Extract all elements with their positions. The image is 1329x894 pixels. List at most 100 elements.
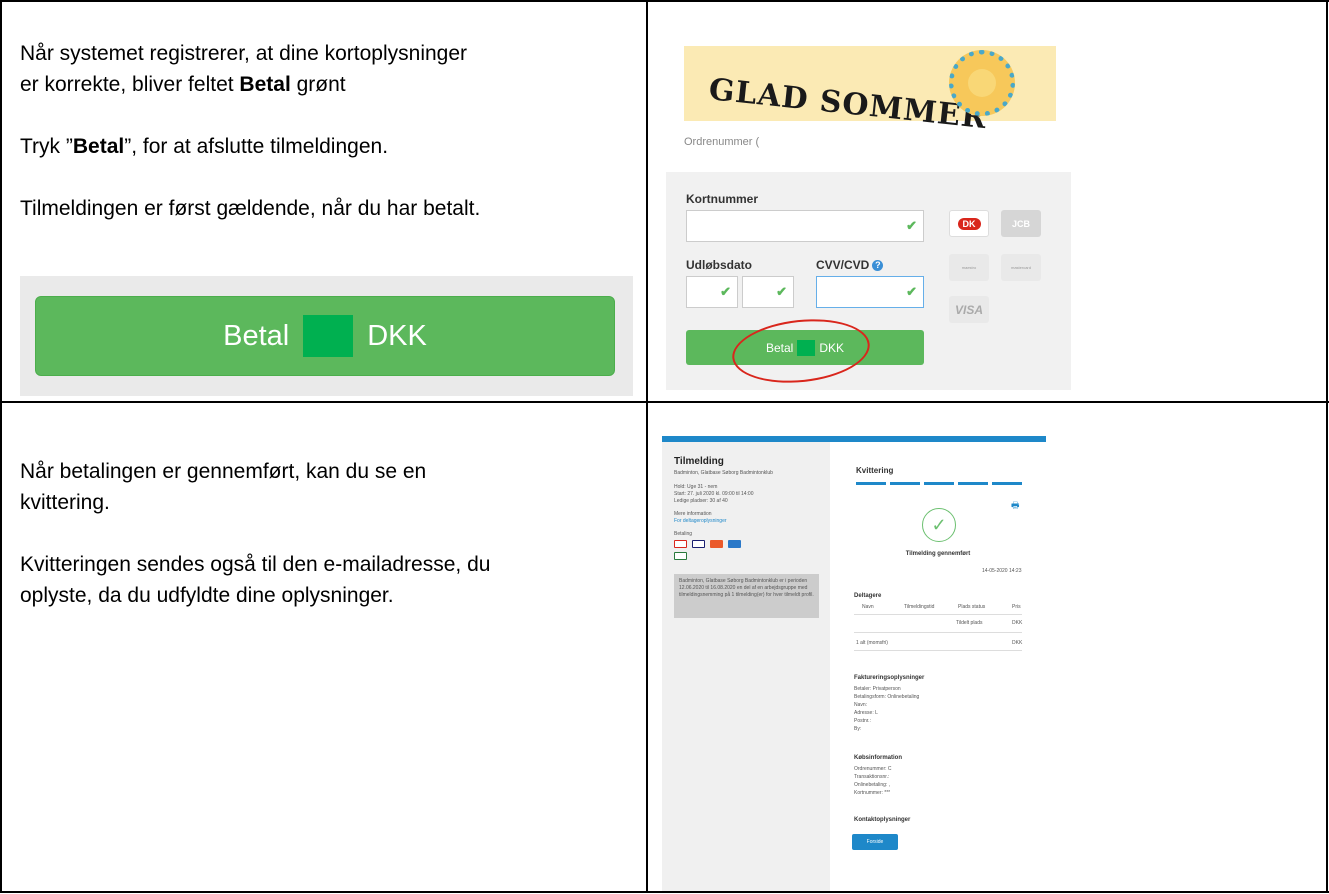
text-line: Når betalingen er gennemført, kan du se … <box>20 460 427 483</box>
card-number-label: Kortnummer <box>686 192 759 206</box>
purchase-line: Transaktionsnr.: <box>854 774 890 780</box>
card-brand-label: maestro <box>961 265 977 270</box>
more-info-link[interactable]: For deltageroplysninger <box>674 518 727 525</box>
row-divider <box>854 650 1022 651</box>
jcb-icon: JCB <box>1001 210 1041 237</box>
check-icon: ✔ <box>720 284 731 299</box>
card-brand-label: mastercard <box>1010 265 1031 270</box>
receipt-date: 14-05-2020 14:23 <box>982 568 1022 574</box>
row-divider <box>854 614 1022 615</box>
glad-sommer-banner: GLAD SOMMER <box>684 46 1056 136</box>
total-label: 1 alt (momsfri) <box>856 640 888 646</box>
event-org: Badminton, Glatbase Søborg Badmintonklub <box>674 470 773 476</box>
event-note-box: Badminton, Glatbase Søborg Badmintonklub… <box>674 574 819 618</box>
paragraph-receipt-email: Kvitteringen sendes også til den e-maila… <box>20 549 640 611</box>
front-page-button[interactable]: Forside <box>852 834 898 850</box>
paragraph-card-accepted: Når systemet registrerer, at dine kortop… <box>20 38 640 100</box>
expiry-label: Udløbsdato <box>686 258 752 272</box>
bold-betal: Betal <box>239 73 291 96</box>
maestro-icon: maestro <box>949 254 989 281</box>
text-line: kvittering. <box>20 491 110 514</box>
payment-label: Betaling <box>674 531 693 537</box>
row-status: Tildelt plads <box>956 620 983 626</box>
pay-button-illustration: Betal DKK <box>20 276 633 396</box>
jcb-icon <box>674 552 687 560</box>
table-border-top <box>0 0 1329 2</box>
total-price: DKK <box>1012 640 1023 646</box>
sun-logo-icon <box>949 50 1015 116</box>
progress-step-1 <box>856 482 886 485</box>
visa-icon: VISA <box>949 296 989 323</box>
billing-line: Adresse: L <box>854 710 878 716</box>
dankort-icon <box>674 540 687 548</box>
sun-face-icon <box>968 69 996 97</box>
progress-step-2 <box>890 482 920 485</box>
order-number-label: Ordrenummer ( <box>684 136 760 148</box>
paragraph-receipt: Når betalingen er gennemført, kan du se … <box>20 456 640 518</box>
billing-line: Postnr.: <box>854 718 871 724</box>
text-line: ”, for at afslutte tilmeldingen. <box>124 135 389 158</box>
cvv-label-text: CVV/CVD <box>816 258 870 272</box>
help-icon[interactable]: ? <box>872 260 884 271</box>
event-summary-pane: Tilmelding Badminton, Glatbase Søborg Ba… <box>662 442 830 891</box>
payment-form-screenshot: GLAD SOMMER Ordrenummer ( Kortnummer ✔ U… <box>664 18 1074 398</box>
purchase-line: Onlinebetaling: , <box>854 782 891 788</box>
progress-step-5 <box>992 482 1022 485</box>
participants-title: Deltagere <box>854 593 882 599</box>
check-icon: ✔ <box>776 284 787 299</box>
text-line: oplyste, da du udfyldte dine oplysninger… <box>20 584 394 607</box>
table-border-center <box>646 0 648 893</box>
purchase-line: Ordrenummer: C <box>854 766 892 772</box>
column-status: Plads status <box>958 604 986 610</box>
paragraph-valid-after-payment: Tilmeldingen er først gældende, når du h… <box>20 197 481 220</box>
purchase-title: Købsinformation <box>854 755 902 761</box>
instructions-payment: Når systemet registrerer, at dine kortop… <box>20 38 640 224</box>
check-icon: ✔ <box>906 284 917 299</box>
more-info-label: Mere information <box>674 511 712 517</box>
table-border-mid <box>0 401 1329 403</box>
card-brand-label: DK <box>957 217 981 230</box>
receipt-screenshot: Tilmelding Badminton, Glatbase Søborg Ba… <box>662 436 1046 891</box>
column-name: Navn <box>862 604 874 610</box>
expiry-month-input[interactable]: ✔ <box>686 276 738 308</box>
event-seats: Ledige pladser: 30 af 40 <box>674 498 728 504</box>
progress-step-3 <box>924 482 954 485</box>
event-hold: Hold: Uge 31 - nem <box>674 484 718 490</box>
purchase-line: Kortnummer: *** <box>854 790 891 796</box>
banner-logo-text: GLAD SOMMER <box>707 72 989 137</box>
billing-line: Navn: <box>854 702 868 708</box>
column-price: Pris <box>1012 604 1021 610</box>
pay-button-large[interactable]: Betal DKK <box>35 296 615 376</box>
pay-button-label: Betal <box>223 319 290 352</box>
table-border-left <box>0 0 2 893</box>
billing-line: Betalingsform: Onlinebetaling <box>854 694 920 700</box>
bold-betal: Betal <box>72 135 125 158</box>
table-border-right <box>1326 0 1328 893</box>
mastercard-icon <box>710 540 723 548</box>
event-title: Tilmelding <box>674 456 724 467</box>
receipt-title: Kvittering <box>856 466 894 475</box>
cvv-input[interactable]: ✔ <box>816 276 924 308</box>
card-form: Kortnummer ✔ Udløbsdato ✔ ✔ CVV/CVD? ✔ B… <box>666 172 1071 390</box>
success-status: Tilmelding gennemført <box>905 551 971 557</box>
amount-redacted <box>303 315 354 357</box>
billing-line: Betaler: Privatperson <box>854 686 901 692</box>
red-highlight-circle <box>729 312 873 390</box>
receipt-pane: Kvittering 🖶 ✓ Tilmelding gennemført 14-… <box>830 448 1046 891</box>
check-icon: ✔ <box>906 218 917 233</box>
expiry-year-input[interactable]: ✔ <box>742 276 794 308</box>
maestro-icon <box>728 540 741 548</box>
text-line: grønt <box>290 73 346 96</box>
text-line: Kvitteringen sendes også til den e-maila… <box>20 553 491 576</box>
event-note: Badminton, Glatbase Søborg Badmintonklub… <box>679 578 814 598</box>
currency-label: DKK <box>367 319 427 352</box>
mastercard-icon: mastercard <box>1001 254 1041 281</box>
print-icon[interactable]: 🖶 <box>1011 498 1020 514</box>
event-start: Start: 27. juli 2020 kl. 09:00 til 14:00 <box>674 491 754 497</box>
text-line: Når systemet registrerer, at dine kortop… <box>20 42 468 65</box>
billing-title: Faktureringsoplysninger <box>854 675 925 681</box>
card-number-input[interactable]: ✔ <box>686 210 924 242</box>
instructions-receipt: Når betalingen er gennemført, kan du se … <box>20 456 640 611</box>
text-line: er korrekte, bliver feltet <box>20 73 240 96</box>
billing-line: By: <box>854 726 862 732</box>
